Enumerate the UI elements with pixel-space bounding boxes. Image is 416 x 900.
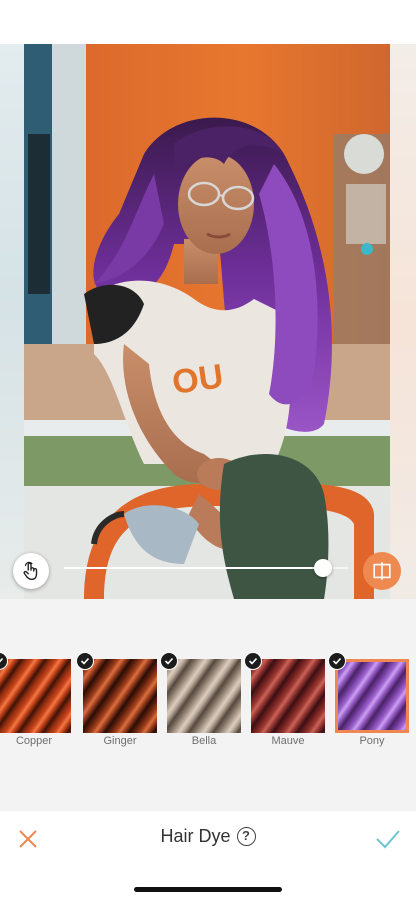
check-badge-icon bbox=[244, 652, 262, 670]
hair-dye-editor: OU Copper Ginger Bella Mauve Pony Hair D… bbox=[0, 0, 416, 900]
edited-photo: OU bbox=[24, 44, 390, 599]
swatch-texture bbox=[167, 659, 241, 733]
intensity-slider-track[interactable] bbox=[64, 567, 314, 569]
bottom-toolbar: Hair Dye? bbox=[0, 811, 416, 900]
tool-title: Hair Dye bbox=[160, 826, 231, 846]
photo-preview: OU bbox=[0, 44, 416, 599]
swatch-label: Pony bbox=[359, 735, 385, 747]
swatch-label: Bella bbox=[191, 735, 217, 747]
home-indicator bbox=[134, 887, 282, 892]
swatch-mauve[interactable] bbox=[244, 652, 325, 733]
hand-touch-icon bbox=[23, 561, 38, 580]
check-badge-icon bbox=[328, 652, 346, 670]
swatch-texture bbox=[0, 659, 71, 733]
photo-edge-right bbox=[390, 44, 416, 599]
swatch-copper[interactable] bbox=[0, 652, 71, 733]
photo-edge-left bbox=[0, 44, 24, 599]
check-badge-icon bbox=[76, 652, 94, 670]
swatch-ginger[interactable] bbox=[76, 652, 157, 733]
confirm-button[interactable] bbox=[374, 826, 402, 852]
swatch-bella[interactable] bbox=[160, 652, 241, 733]
swatch-texture bbox=[335, 659, 409, 733]
swatch-label: Ginger bbox=[103, 735, 137, 747]
compare-split-icon bbox=[373, 562, 391, 580]
compare-button[interactable] bbox=[363, 552, 401, 590]
svg-text:OU: OU bbox=[170, 357, 226, 402]
intensity-slider-thumb[interactable] bbox=[314, 559, 332, 577]
swatch-label: Copper bbox=[15, 735, 53, 747]
swatch-pony[interactable] bbox=[328, 652, 409, 733]
question-circle-icon[interactable]: ? bbox=[236, 827, 256, 846]
checkmark-icon bbox=[376, 830, 400, 849]
swatch-texture bbox=[83, 659, 157, 733]
swatch-texture bbox=[251, 659, 325, 733]
hair-color-tray: Copper Ginger Bella Mauve Pony bbox=[0, 599, 416, 811]
touch-mode-button[interactable] bbox=[13, 553, 49, 589]
check-badge-icon bbox=[160, 652, 178, 670]
tool-title-area: Hair Dye? bbox=[0, 826, 416, 847]
swatch-label: Mauve bbox=[271, 735, 305, 747]
